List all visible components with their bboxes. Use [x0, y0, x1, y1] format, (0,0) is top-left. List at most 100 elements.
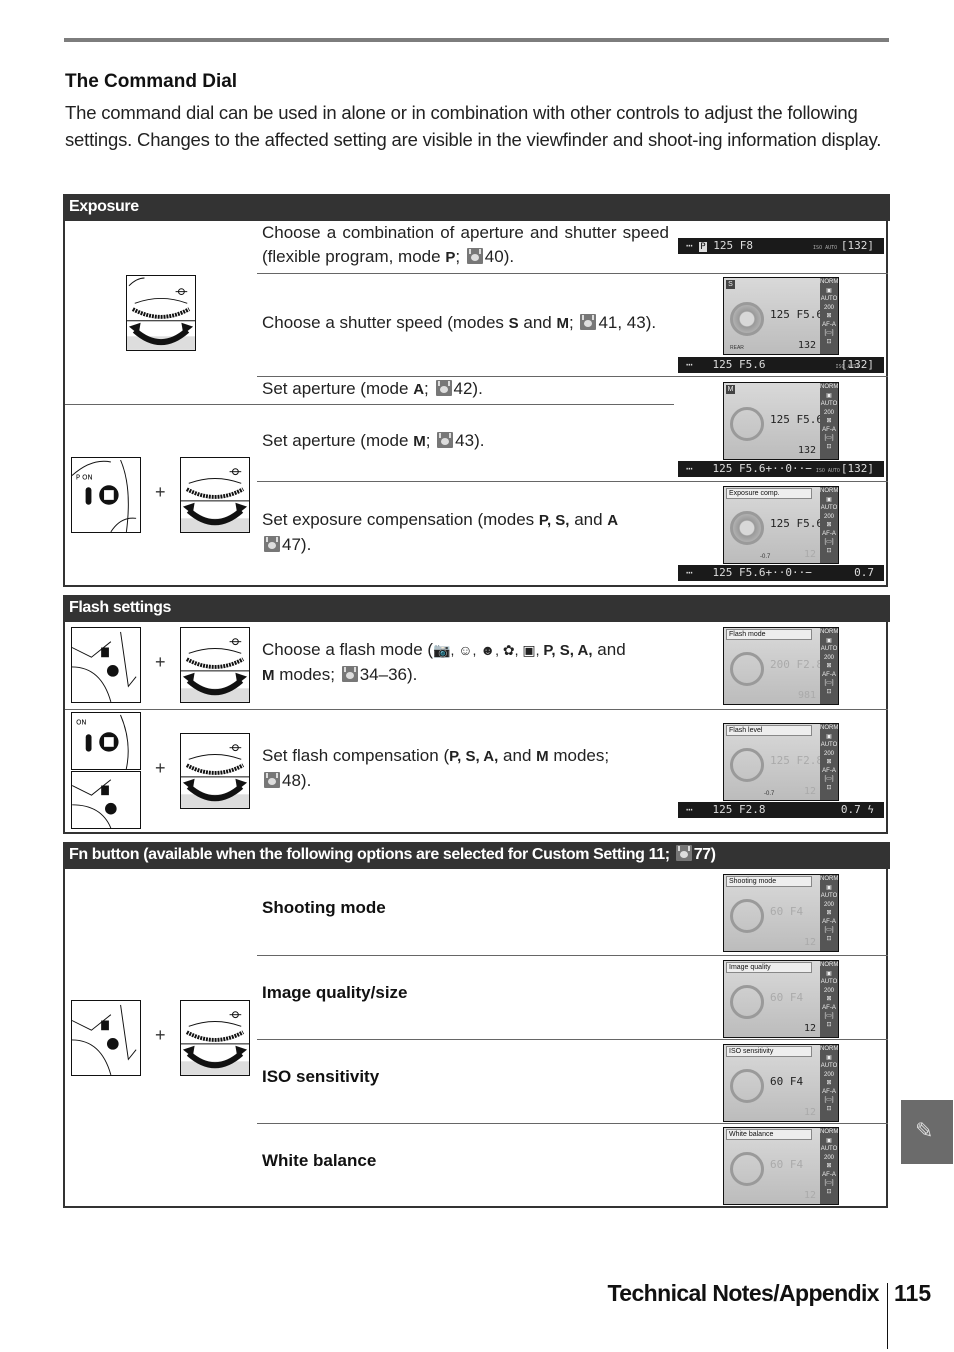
setting-indicator: ▣	[826, 496, 832, 503]
setting-indicator: 200	[823, 409, 834, 416]
setting-indicator: [▭]	[824, 539, 834, 545]
plus-sign: +	[155, 758, 166, 778]
setting-indicator: NORM	[820, 279, 839, 285]
setting-indicator: ⊠	[826, 1080, 832, 1086]
display-label: Exposure comp.	[726, 488, 812, 499]
setting-indicator: 200	[823, 654, 834, 661]
settings-column: NORM ▣ AUTO 200 ⊠ AF-A [▭] ⊡	[820, 724, 838, 800]
reference-icon	[437, 432, 454, 448]
exposure-row-flexible-program: Choose a combination of aperture and shu…	[262, 223, 669, 266]
row-divider	[257, 481, 888, 482]
aperture-ring	[730, 899, 764, 933]
setting-indicator: ⊡	[826, 547, 832, 554]
setting-indicator: ▣	[826, 1054, 832, 1061]
fn-option-shooting-mode: Shooting mode	[262, 898, 386, 917]
setting-indicator: 200	[823, 1071, 834, 1078]
setting-indicator: [▭]	[824, 1013, 834, 1019]
exposure-row-aperture-m: Set aperture (mode M; 43).	[262, 431, 485, 450]
setting-indicator: NORM	[820, 1046, 839, 1052]
flash-row-flash-comp: Set flash compensation (P, S, A, and M m…	[262, 746, 610, 790]
setting-indicator: ▣	[826, 884, 832, 891]
reference-icon	[264, 772, 280, 788]
setting-indicator: ⊠	[826, 996, 832, 1002]
setting-indicator: AUTO	[820, 1063, 838, 1069]
setting-indicator: NORM	[820, 384, 839, 390]
setting-indicator: ▣	[826, 287, 832, 294]
setting-indicator: ▣	[826, 970, 832, 977]
flash-button-illustration	[71, 627, 141, 703]
display-label: White balance	[726, 1129, 812, 1140]
settings-column: NORM ▣ AUTO 200 ⊠ AF-A [▭] ⊡	[820, 961, 838, 1037]
aperture-ring	[730, 1152, 764, 1186]
row-divider	[257, 1039, 888, 1040]
plus-sign: +	[155, 1025, 166, 1045]
setting-indicator: AF-A	[822, 1004, 836, 1011]
command-dial-illustration	[180, 733, 250, 809]
info-display-shutter: S 125 F5.6 REAR 132 NORM ▣ AUTO 200 ⊠ AF-A [▭]…	[723, 277, 839, 355]
command-dial-illustration	[180, 627, 250, 703]
exposure-row-aperture-a: Set aperture (mode A; 42).	[262, 379, 483, 398]
exposure-comp-button-illustration: ON	[71, 712, 141, 770]
display-label: ISO sensitivity	[726, 1046, 812, 1057]
setting-indicator: ⊠	[826, 910, 832, 916]
display-label: Flash level	[726, 725, 812, 736]
plus-sign: +	[155, 482, 166, 502]
row-divider	[257, 273, 888, 274]
exposure-heading: Exposure	[63, 194, 890, 221]
setting-indicator: [▭]	[824, 776, 834, 782]
setting-indicator: AF-A	[822, 1171, 836, 1178]
scene-mode-icons: 📷, ☺, ☻, ✿, ▣,	[433, 642, 544, 658]
setting-indicator: AF-A	[822, 321, 836, 328]
setting-indicator: ⊡	[826, 1105, 832, 1112]
display-label: Image quality	[726, 962, 812, 973]
setting-indicator: ▣	[826, 733, 832, 740]
flash-button-illustration	[71, 771, 141, 829]
aperture-ring	[730, 748, 764, 782]
page-number: 115	[894, 1280, 932, 1306]
reference-icon	[675, 845, 692, 861]
setting-indicator: ⊡	[826, 443, 832, 450]
setting-indicator: AUTO	[820, 742, 838, 748]
setting-indicator: AF-A	[822, 918, 836, 925]
setting-indicator: AUTO	[820, 646, 838, 652]
display-label: Shooting mode	[726, 876, 812, 887]
setting-indicator: 200	[823, 304, 834, 311]
viewfinder-display: ⋯ 125 F5.6+··0··− ISO AUTO [132]	[678, 461, 884, 477]
viewfinder-display: ⋯ P 125 F8 ISO AUTO [132]	[678, 238, 884, 254]
setting-indicator: [▭]	[824, 927, 834, 933]
info-display-manual: M 125 F5.6 132 NORM ▣ AUTO 200 ⊠ AF-A [▭] ⊡	[723, 382, 839, 460]
setting-indicator: 200	[823, 750, 834, 757]
setting-indicator: 200	[823, 513, 834, 520]
exposure-comp-button-illustration: P ON	[71, 457, 141, 533]
reference-icon	[341, 666, 358, 682]
display-label: Flash mode	[726, 629, 812, 640]
exposure-row-exposure-comp: Set exposure compensation (modes P, S, a…	[262, 510, 619, 554]
setting-indicator: ⊡	[826, 1021, 832, 1028]
reference-icon	[264, 536, 280, 552]
settings-column: NORM ▣ AUTO 200 ⊠ AF-A [▭] ⊡	[820, 487, 838, 563]
fn-heading: Fn button (available when the following …	[63, 842, 890, 869]
setting-indicator: NORM	[820, 1129, 839, 1135]
viewfinder-display: ⋯ 125 F5.6 ISO AUTO [132]	[678, 357, 884, 373]
setting-indicator: AF-A	[822, 1088, 836, 1095]
setting-indicator: AF-A	[822, 671, 836, 678]
row-divider	[257, 1123, 888, 1124]
setting-indicator: ⊡	[826, 935, 832, 942]
setting-indicator: AF-A	[822, 426, 836, 433]
setting-indicator: ⊡	[826, 338, 832, 345]
fn-option-image-quality: Image quality/size	[262, 983, 408, 1002]
row-divider	[65, 709, 888, 710]
command-dial-illustration	[180, 1000, 250, 1076]
setting-indicator: [▭]	[824, 1097, 834, 1103]
aperture-ring	[730, 407, 764, 441]
settings-column: NORM ▣ AUTO 200 ⊠ AF-A [▭] ⊡	[820, 1045, 838, 1121]
setting-indicator: ⊠	[826, 313, 832, 319]
setting-indicator: AUTO	[820, 1146, 838, 1152]
settings-column: NORM ▣ AUTO 200 ⊠ AF-A [▭] ⊡	[820, 1128, 838, 1204]
setting-indicator: 200	[823, 1154, 834, 1161]
setting-indicator: ⊡	[826, 784, 832, 791]
settings-column: NORM ▣ AUTO 200 ⊠ AF-A [▭] ⊡	[820, 383, 838, 459]
top-rule	[64, 38, 889, 42]
info-display-flash-level: Flash level 125 F2.8 -0.7 12 NORM ▣ AUTO 20…	[723, 723, 839, 801]
setting-indicator: [▭]	[824, 680, 834, 686]
